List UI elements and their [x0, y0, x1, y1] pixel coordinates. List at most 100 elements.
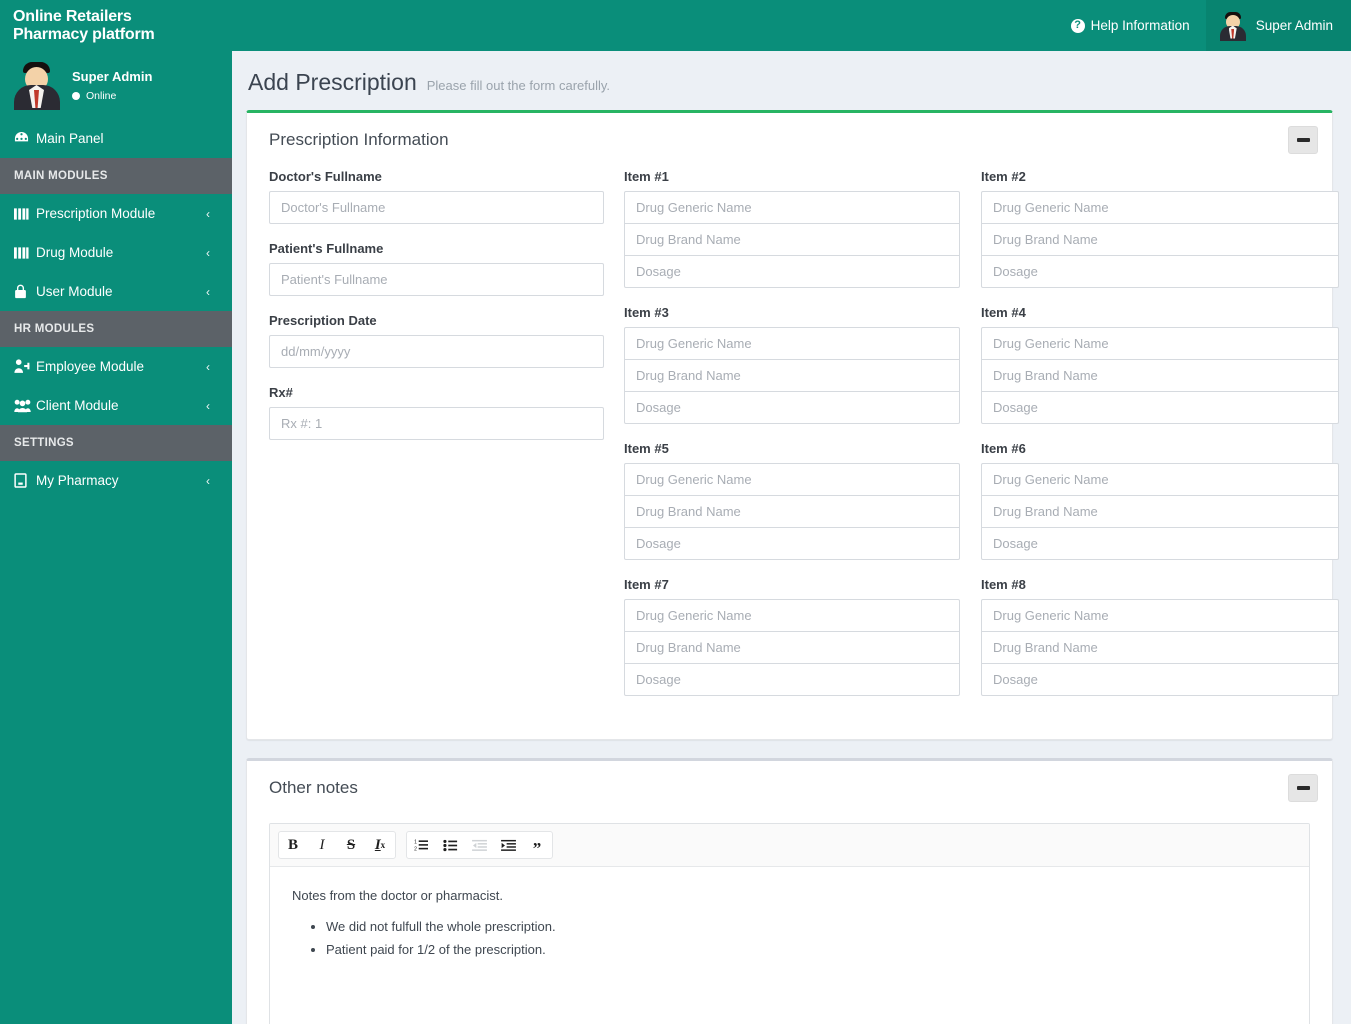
doctor-fullname-group: Doctor's Fullname [269, 169, 604, 224]
increase-indent-icon[interactable] [494, 832, 523, 858]
prescription-panel-collapse-button[interactable] [1288, 126, 1318, 154]
blockquote-icon[interactable]: ” [523, 832, 552, 858]
remove-format-icon[interactable]: Ix [366, 832, 395, 858]
sidebar-item-client-module[interactable]: Client Module ‹ [0, 386, 232, 425]
item-4-label: Item #4 [981, 305, 1026, 320]
user-menu-button[interactable]: Super Admin [1205, 0, 1351, 51]
sidebar-user-panel[interactable]: Super Admin Online [0, 51, 232, 119]
sidebar: Super Admin Online Main Panel MAIN MODUL… [0, 51, 232, 1024]
item-2-dosage-input[interactable] [981, 255, 1339, 288]
prescription-information-panel: Prescription Information Doctor's Fullna… [246, 110, 1339, 740]
editor-content-area[interactable]: Notes from the doctor or pharmacist. We … [270, 867, 1309, 1024]
list-columns-icon [14, 246, 36, 260]
strikethrough-icon[interactable]: S [337, 832, 366, 858]
sidebar-item-user-module-label: User Module [36, 284, 113, 299]
item-6-dosage-input[interactable] [981, 527, 1339, 560]
item-6-brand-input[interactable] [981, 495, 1339, 528]
dashboard-icon [14, 131, 36, 146]
chevron-left-icon: ‹ [206, 284, 210, 299]
bold-icon[interactable]: B [279, 832, 308, 858]
sidebar-avatar [14, 60, 60, 110]
item-5-generic-input[interactable] [624, 463, 960, 496]
question-circle-icon: ? [1070, 18, 1085, 33]
sidebar-item-drug-module[interactable]: Drug Module ‹ [0, 233, 232, 272]
item-block-3: Item #3 [624, 305, 960, 424]
item-7-fields [624, 599, 960, 696]
patient-fullname-input[interactable] [269, 263, 604, 296]
prescription-form-row: Doctor's Fullname Patient's Fullname Pre… [269, 169, 1339, 713]
sidebar-item-prescription-module[interactable]: Prescription Module ‹ [0, 194, 232, 233]
item-4-generic-input[interactable] [981, 327, 1339, 360]
prescription-date-label: Prescription Date [269, 313, 377, 328]
sidebar-menu: Main Panel MAIN MODULES Prescription Mod… [0, 119, 232, 500]
notes-paragraph: Notes from the doctor or pharmacist. [292, 888, 503, 903]
item-block-8: Item #8 [981, 577, 1339, 696]
prescription-panel-header: Prescription Information [247, 113, 1332, 165]
rx-number-input[interactable] [269, 407, 604, 440]
sidebar-item-prescription-module-label: Prescription Module [36, 206, 156, 221]
brand-logo[interactable]: Online Retailers Pharmacy platform [0, 0, 232, 51]
item-6-label: Item #6 [981, 441, 1026, 456]
user-avatar-icon [1219, 11, 1246, 41]
page-subtitle: Please fill out the form carefully. [426, 78, 611, 93]
numbered-list-icon[interactable]: 1 2 [407, 832, 436, 858]
item-5-brand-input[interactable] [624, 495, 960, 528]
item-5-dosage-input[interactable] [624, 527, 960, 560]
item-3-brand-input[interactable] [624, 359, 960, 392]
item-8-dosage-input[interactable] [981, 663, 1339, 696]
help-information-link[interactable]: ? Help Information [1055, 0, 1206, 51]
item-8-fields [981, 599, 1339, 696]
prescription-panel-title: Prescription Information [269, 130, 449, 149]
item-3-dosage-input[interactable] [624, 391, 960, 424]
item-2-brand-input[interactable] [981, 223, 1339, 256]
minus-icon [1296, 786, 1310, 790]
item-6-fields [981, 463, 1339, 560]
item-block-7: Item #7 [624, 577, 960, 696]
item-6-generic-input[interactable] [981, 463, 1339, 496]
sidebar-item-main-panel[interactable]: Main Panel [0, 119, 232, 158]
prescription-items-column-even: Item #2 Item #4 [981, 169, 1339, 713]
sidebar-item-my-pharmacy[interactable]: My Pharmacy ‹ [0, 461, 232, 500]
item-4-brand-input[interactable] [981, 359, 1339, 392]
other-notes-panel: Other notes B I S Ix 1 2 ” Notes from th… [246, 758, 1333, 1024]
item-8-generic-input[interactable] [981, 599, 1339, 632]
sidebar-item-employee-module[interactable]: Employee Module ‹ [0, 347, 232, 386]
doctor-fullname-input[interactable] [269, 191, 604, 224]
item-3-generic-input[interactable] [624, 327, 960, 360]
item-7-dosage-input[interactable] [624, 663, 960, 696]
other-notes-panel-header: Other notes [247, 761, 1332, 813]
book-icon [14, 473, 36, 488]
chevron-left-icon: ‹ [206, 473, 210, 488]
item-4-dosage-input[interactable] [981, 391, 1339, 424]
application-root: Online Retailers Pharmacy platform ? Hel… [0, 0, 1351, 1024]
prescription-date-input[interactable] [269, 335, 604, 368]
doctor-fullname-label: Doctor's Fullname [269, 169, 382, 184]
sidebar-user-info: Super Admin Online [72, 69, 152, 102]
other-notes-panel-title: Other notes [269, 778, 358, 797]
item-1-brand-input[interactable] [624, 223, 960, 256]
item-7-brand-input[interactable] [624, 631, 960, 664]
item-1-dosage-input[interactable] [624, 255, 960, 288]
online-status-dot [72, 91, 80, 100]
prescription-date-group: Prescription Date [269, 313, 604, 368]
italic-icon[interactable]: I [308, 832, 337, 858]
sidebar-item-drug-module-label: Drug Module [36, 245, 114, 260]
sidebar-user-name: Super Admin [72, 68, 153, 84]
minus-icon [1296, 138, 1310, 142]
prescription-items-column-odd: Item #1 Item #3 [624, 169, 981, 713]
item-5-label: Item #5 [624, 441, 669, 456]
notes-bullet-list: We did not fulfull the whole prescriptio… [326, 918, 1287, 960]
item-4-fields [981, 327, 1339, 424]
item-1-label: Item #1 [624, 169, 669, 184]
editor-toolbar-group-paragraph: 1 2 ” [406, 831, 553, 859]
list-columns-icon [14, 207, 36, 221]
item-1-generic-input[interactable] [624, 191, 960, 224]
item-2-generic-input[interactable] [981, 191, 1339, 224]
item-8-brand-input[interactable] [981, 631, 1339, 664]
item-3-label: Item #3 [624, 305, 669, 320]
other-notes-collapse-button[interactable] [1288, 774, 1318, 802]
bulleted-list-icon[interactable] [436, 832, 465, 858]
sidebar-item-user-module[interactable]: User Module ‹ [0, 272, 232, 311]
item-7-generic-input[interactable] [624, 599, 960, 632]
other-notes-panel-body: B I S Ix 1 2 ” Notes from the doctor or … [247, 813, 1332, 1024]
